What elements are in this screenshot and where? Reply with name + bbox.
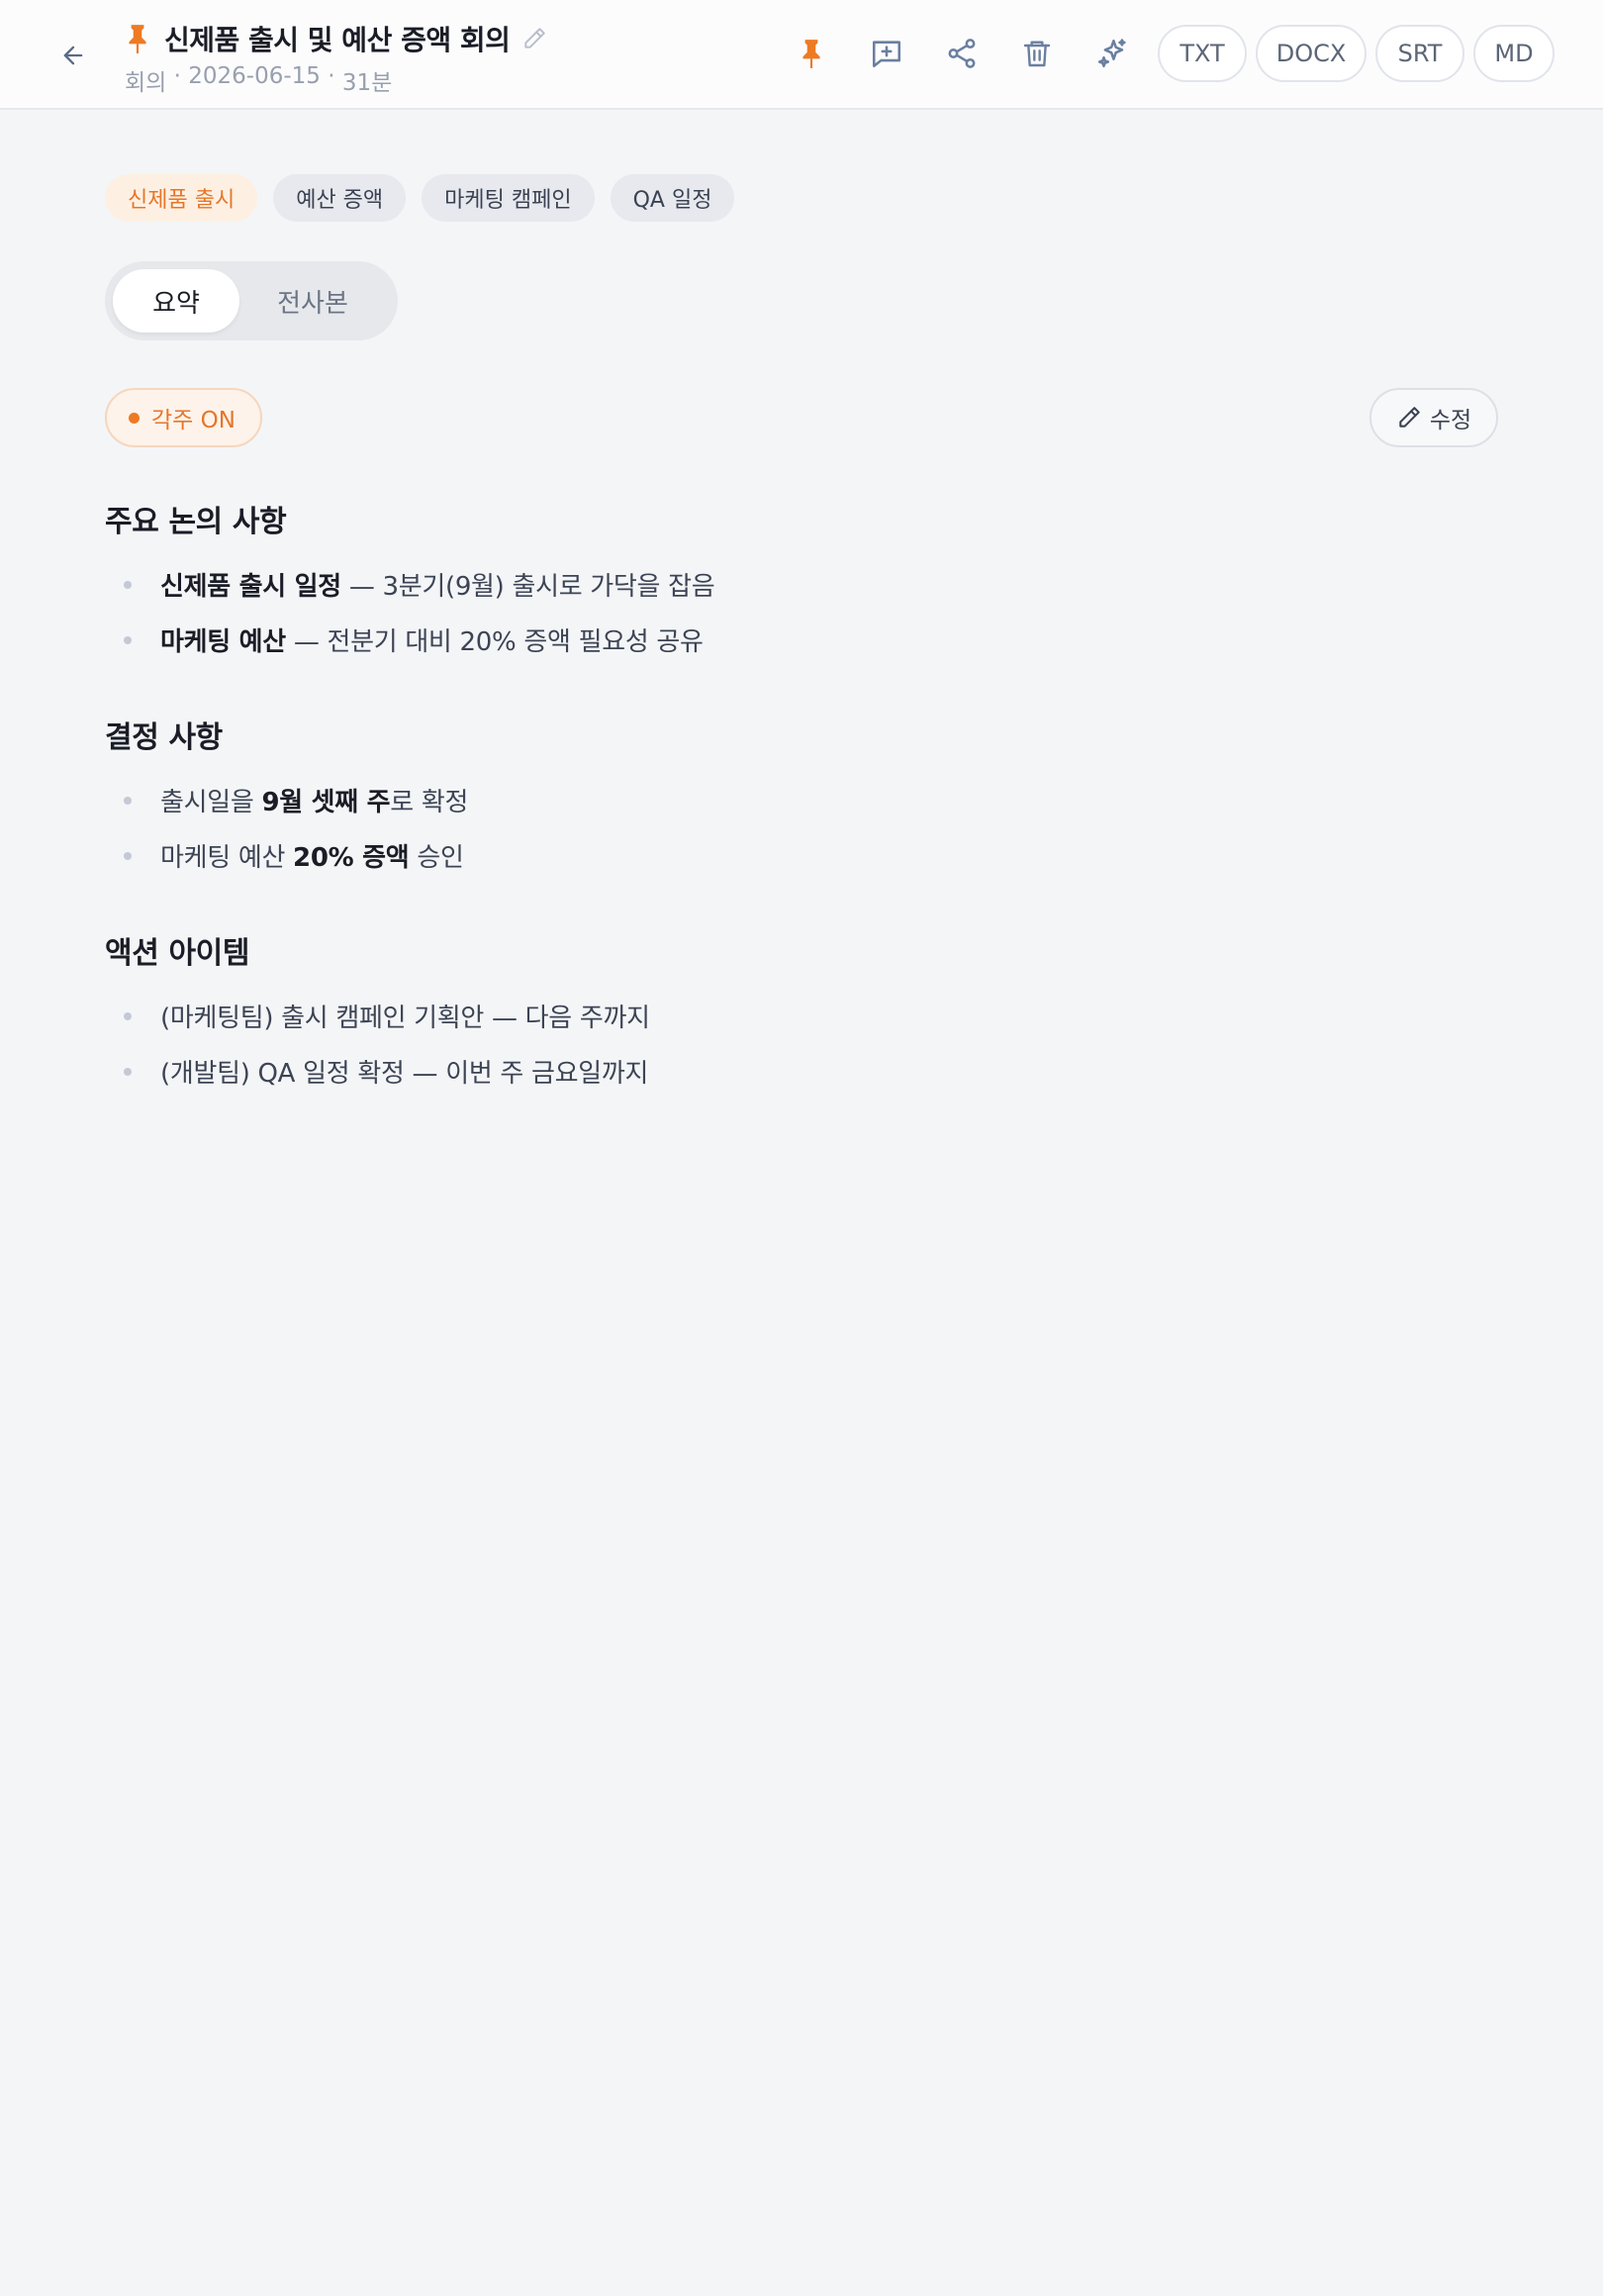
- footnote-toggle[interactable]: 각주 ON: [105, 388, 262, 447]
- trash-icon: [1023, 41, 1051, 67]
- app-header: 신제품 출시 및 예산 증액 회의 회의 · 2026-06-15 · 31분: [0, 0, 1603, 110]
- arrow-left-icon: [63, 46, 83, 65]
- export-docx-button[interactable]: DOCX: [1256, 25, 1367, 82]
- meeting-meta: 회의 · 2026-06-15 · 31분: [125, 63, 551, 97]
- pin-icon: [125, 22, 154, 55]
- meeting-category: 회의: [125, 70, 167, 96]
- comment-button[interactable]: [857, 24, 916, 83]
- list-item: (개발팀) QA 일정 확정 — 이번 주 금요일까지: [105, 1043, 1500, 1099]
- sparkles-icon: [1097, 39, 1126, 68]
- tag-chip[interactable]: 마케팅 캠페인: [422, 174, 595, 222]
- edit-summary-button[interactable]: 수정: [1369, 388, 1498, 447]
- list-item: 신제품 출시 일정 — 3분기(9월) 출시로 가닥을 잡음: [105, 556, 1500, 612]
- pencil-icon[interactable]: [521, 24, 551, 53]
- meeting-title-block: 신제품 출시 및 예산 증액 회의 회의 · 2026-06-15 · 31분: [125, 18, 551, 97]
- section-actions: 액션 아이템 (마케팅팀) 출시 캠페인 기획안 — 다음 주까지 (개발팀) …: [105, 926, 1500, 1099]
- pin-toggle-button[interactable]: [782, 24, 841, 83]
- section-discussion: 주요 논의 사항 신제품 출시 일정 — 3분기(9월) 출시로 가닥을 잡음 …: [105, 495, 1500, 667]
- section-decisions: 결정 사항 출시일을 9월 셋째 주로 확정 마케팅 예산 20% 증액 승인: [105, 711, 1500, 883]
- share-button[interactable]: [932, 24, 991, 83]
- status-dot: [129, 412, 140, 424]
- tag-chip[interactable]: 신제품 출시: [105, 174, 258, 222]
- message-plus-icon: [872, 41, 901, 68]
- header-toolbar: TXT DOCX SRT MD: [782, 20, 1563, 87]
- share-icon: [948, 39, 976, 68]
- list-item: 마케팅 예산 — 전분기 대비 20% 증액 필요성 공유: [105, 612, 1500, 667]
- back-button[interactable]: [51, 34, 95, 77]
- export-srt-button[interactable]: SRT: [1375, 25, 1464, 82]
- meeting-duration: 31분: [341, 70, 393, 96]
- delete-button[interactable]: [1007, 24, 1067, 83]
- page-title[interactable]: 신제품 출시 및 예산 증액 회의: [164, 19, 511, 58]
- pencil-icon: [1399, 407, 1420, 428]
- section-heading: 액션 아이템: [105, 936, 250, 971]
- tag-chip[interactable]: QA 일정: [610, 174, 735, 222]
- export-md-button[interactable]: MD: [1473, 25, 1555, 82]
- list-item: 출시일을 9월 셋째 주로 확정: [105, 772, 1500, 827]
- footnote-toggle-label: 각주 ON: [151, 408, 236, 433]
- tag-chip[interactable]: 예산 증액: [273, 174, 407, 222]
- tab-summary[interactable]: 요약: [113, 269, 239, 333]
- export-txt-button[interactable]: TXT: [1158, 25, 1247, 82]
- tab-transcript[interactable]: 전사본: [239, 269, 386, 333]
- meta-separator: ·: [166, 63, 189, 89]
- meeting-date: 2026-06-15: [188, 63, 321, 89]
- section-heading: 결정 사항: [105, 720, 223, 755]
- view-tabs: 요약 전사본: [105, 261, 398, 340]
- pin-icon: [802, 40, 820, 68]
- meta-separator: ·: [320, 63, 342, 89]
- list-item: (마케팅팀) 출시 캠페인 기획안 — 다음 주까지: [105, 988, 1500, 1043]
- edit-button-label: 수정: [1429, 408, 1472, 433]
- list-item: 마케팅 예산 20% 증액 승인: [105, 827, 1500, 883]
- ai-button[interactable]: [1083, 24, 1142, 83]
- tag-list: 신제품 출시 예산 증액 마케팅 캠페인 QA 일정: [105, 174, 735, 222]
- summary-content: 주요 논의 사항 신제품 출시 일정 — 3분기(9월) 출시로 가닥을 잡음 …: [105, 495, 1500, 1142]
- section-heading: 주요 논의 사항: [105, 505, 287, 539]
